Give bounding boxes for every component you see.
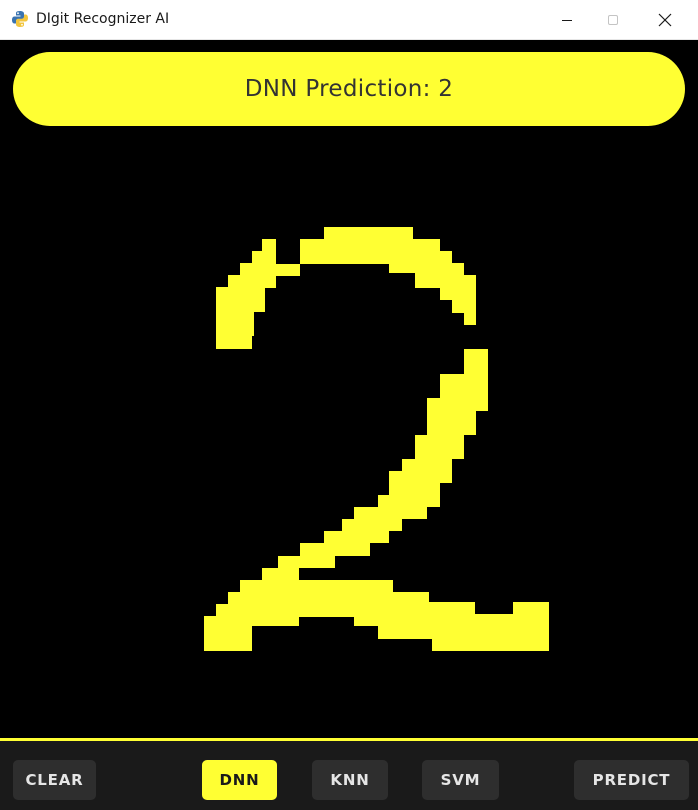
close-icon <box>658 13 672 26</box>
minimize-icon <box>562 19 572 21</box>
window-title: DIgit Recognizer AI <box>36 11 170 27</box>
prediction-banner: DNN Prediction: 2 <box>13 52 685 126</box>
app-window: DIgit Recognizer AI DNN Prediction: 2 CL… <box>0 0 698 810</box>
title-bar[interactable]: DIgit Recognizer AI <box>0 0 698 40</box>
knn-button[interactable]: KNN <box>312 760 388 800</box>
drawn-digit-stroke <box>204 227 549 651</box>
python-icon <box>12 11 28 27</box>
clear-button[interactable]: CLEAR <box>13 760 96 800</box>
minimize-button[interactable] <box>544 0 590 39</box>
bottom-toolbar: CLEAR DNN KNN SVM PREDICT <box>0 741 698 810</box>
svm-button[interactable]: SVM <box>422 760 499 800</box>
predict-button[interactable]: PREDICT <box>574 760 689 800</box>
maximize-button[interactable] <box>590 0 636 39</box>
maximize-icon <box>608 14 618 25</box>
dnn-button[interactable]: DNN <box>202 760 277 800</box>
close-button[interactable] <box>642 0 688 39</box>
prediction-text: DNN Prediction: 2 <box>244 76 454 102</box>
